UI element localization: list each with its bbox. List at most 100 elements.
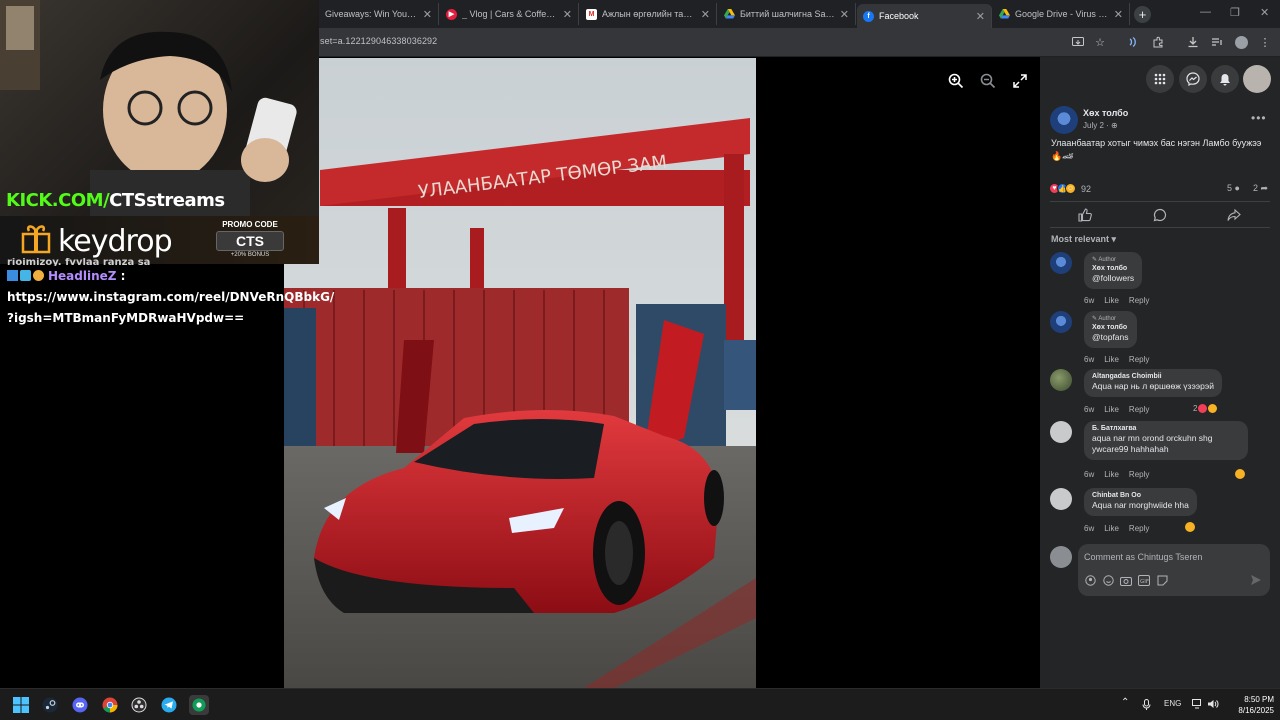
comment-like-link[interactable]: Like: [1104, 470, 1119, 479]
comment-reactions[interactable]: [1235, 469, 1245, 479]
avatar[interactable]: [1050, 421, 1072, 443]
comment-author[interactable]: Хөх толбо: [1092, 324, 1129, 331]
page-name[interactable]: Хөх толбо: [1083, 108, 1128, 118]
account-avatar[interactable]: [1243, 65, 1271, 93]
language-indicator[interactable]: ENG: [1164, 699, 1181, 708]
svg-text:GIF: GIF: [1140, 579, 1149, 585]
avatar[interactable]: [1050, 311, 1072, 333]
comment-time[interactable]: 6w: [1084, 405, 1094, 414]
tab-google-drive[interactable]: Google Drive - Virus scan ✕: [993, 3, 1130, 25]
minimize-icon[interactable]: —: [1200, 6, 1211, 18]
extensions-icon[interactable]: [1151, 35, 1165, 49]
new-tab-button[interactable]: +: [1134, 6, 1151, 23]
tab-facebook[interactable]: f Facebook ✕: [857, 4, 992, 28]
comment-reply-link[interactable]: Reply: [1129, 470, 1149, 479]
camera-icon[interactable]: [1120, 574, 1132, 586]
kick-prefix: KICK.COM/: [6, 190, 110, 211]
comment-count[interactable]: 5 ●: [1227, 183, 1240, 193]
avatar[interactable]: [1050, 252, 1072, 274]
media-control-icon[interactable]: [1210, 35, 1224, 49]
comment-text[interactable]: aqua nar mn orond orckuhn shg ywcare99 h…: [1092, 433, 1240, 455]
comment-text[interactable]: Aqua nar morghwiide hha: [1092, 500, 1189, 511]
comment-like-link[interactable]: Like: [1104, 524, 1119, 533]
comment-reactions[interactable]: [1185, 522, 1195, 532]
messenger-icon[interactable]: [1179, 65, 1207, 93]
comment-like-link[interactable]: Like: [1104, 296, 1119, 305]
volume-icon[interactable]: [1207, 699, 1219, 711]
comment-input[interactable]: Comment as Chintugs Tseren GIF: [1078, 544, 1270, 596]
zoom-out-icon[interactable]: [976, 69, 1000, 93]
comment-time[interactable]: 6w: [1084, 296, 1094, 305]
chat-cut-line: rioimizoy. fvvlaa ranza sa: [7, 258, 151, 266]
steam-icon[interactable]: [41, 696, 59, 714]
close-icon[interactable]: ✕: [563, 8, 572, 21]
obs-icon[interactable]: [130, 696, 148, 714]
reaction-summary[interactable]: ♥ 👍 ☺ 92: [1049, 183, 1091, 194]
comment-reply-link[interactable]: Reply: [1129, 355, 1149, 364]
more-options-icon[interactable]: •••: [1251, 111, 1267, 125]
close-icon[interactable]: ✕: [423, 8, 432, 21]
avatar[interactable]: [1050, 369, 1072, 391]
gif-icon[interactable]: GIF: [1138, 574, 1150, 586]
tab-drive-doc[interactable]: Биттий шалчигна Saftaz ✕: [718, 3, 856, 25]
comment-like-link[interactable]: Like: [1104, 405, 1119, 414]
telegram-icon[interactable]: [160, 696, 178, 714]
active-app-icon[interactable]: [189, 695, 209, 715]
share-count[interactable]: 2 ➦: [1253, 183, 1268, 194]
comment-bubble: Altangadas Choimbii Aqua нар нь л өршөөж…: [1084, 369, 1222, 397]
install-app-icon[interactable]: [1071, 35, 1085, 49]
comment-author[interactable]: Б. Батлхагва: [1092, 425, 1240, 432]
profile-avatar[interactable]: [1234, 35, 1248, 49]
zoom-in-icon[interactable]: [944, 69, 968, 93]
chevron-up-icon[interactable]: ⌃: [1121, 697, 1129, 708]
comment-author[interactable]: Altangadas Choimbii: [1092, 373, 1214, 380]
restore-icon[interactable]: ❐: [1230, 6, 1240, 19]
fullscreen-icon[interactable]: [1008, 69, 1032, 93]
close-icon[interactable]: ✕: [701, 8, 710, 21]
chrome-icon[interactable]: [101, 696, 119, 714]
comment-time[interactable]: 6w: [1084, 470, 1094, 479]
system-clock[interactable]: 8:50 PM 8/16/2025: [1224, 694, 1274, 716]
comment-button[interactable]: [1152, 207, 1168, 223]
tab-giveaways[interactable]: Giveaways: Win Your Drea ✕: [319, 3, 439, 25]
comment-like-link[interactable]: Like: [1104, 355, 1119, 364]
close-window-icon[interactable]: ✕: [1260, 6, 1269, 19]
comment-reactions[interactable]: 2: [1193, 404, 1218, 413]
notifications-bell-icon[interactable]: [1211, 65, 1239, 93]
download-icon[interactable]: [1186, 35, 1200, 49]
tab-gmail[interactable]: M Ажлын өргөлийн талаар ✕: [580, 3, 717, 25]
page-avatar[interactable]: [1050, 106, 1078, 134]
avatar[interactable]: [1050, 488, 1072, 510]
sticker-icon[interactable]: [1156, 574, 1168, 586]
comment-reply-link[interactable]: Reply: [1129, 524, 1149, 533]
discord-icon[interactable]: [71, 696, 89, 714]
share-button[interactable]: [1226, 207, 1242, 223]
tab-vlog[interactable]: ▶ _ Vlog | Cars & Coffee N ✕: [440, 3, 579, 25]
read-aloud-icon[interactable]: [1126, 35, 1140, 49]
emoji-icon[interactable]: [1102, 574, 1114, 586]
post-date[interactable]: July 2 · ⊕: [1083, 121, 1118, 130]
comment-reply-link[interactable]: Reply: [1129, 296, 1149, 305]
avatar-sticker-icon[interactable]: [1084, 574, 1096, 586]
menu-kebab-icon[interactable]: ⋮: [1258, 35, 1272, 49]
send-icon[interactable]: [1250, 574, 1262, 586]
close-icon[interactable]: ✕: [976, 10, 985, 23]
like-button[interactable]: [1077, 207, 1093, 223]
comment-sort-dropdown[interactable]: Most relevant ▾: [1051, 234, 1116, 245]
close-icon[interactable]: ✕: [840, 8, 849, 21]
menu-grid-icon[interactable]: [1146, 65, 1174, 93]
microphone-icon[interactable]: [1142, 699, 1151, 712]
comment-text[interactable]: @topfans: [1092, 332, 1129, 343]
comment-author[interactable]: Chinbat Bn Oo: [1092, 492, 1189, 499]
close-icon[interactable]: ✕: [1114, 8, 1123, 21]
bookmark-star-icon[interactable]: ☆: [1093, 35, 1107, 49]
comment-time[interactable]: 6w: [1084, 355, 1094, 364]
network-icon[interactable]: [1192, 699, 1204, 711]
comment-time[interactable]: 6w: [1084, 524, 1094, 533]
windows-start-icon[interactable]: [12, 696, 30, 714]
comment-reply-link[interactable]: Reply: [1129, 405, 1149, 414]
url-field[interactable]: set=a.122129046338036292: [320, 36, 437, 46]
comment-author[interactable]: Хөх толбо: [1092, 265, 1134, 272]
comment-text[interactable]: Aqua нар нь л өршөөж үзээрэй: [1092, 381, 1214, 392]
comment-text[interactable]: @followers: [1092, 273, 1134, 284]
